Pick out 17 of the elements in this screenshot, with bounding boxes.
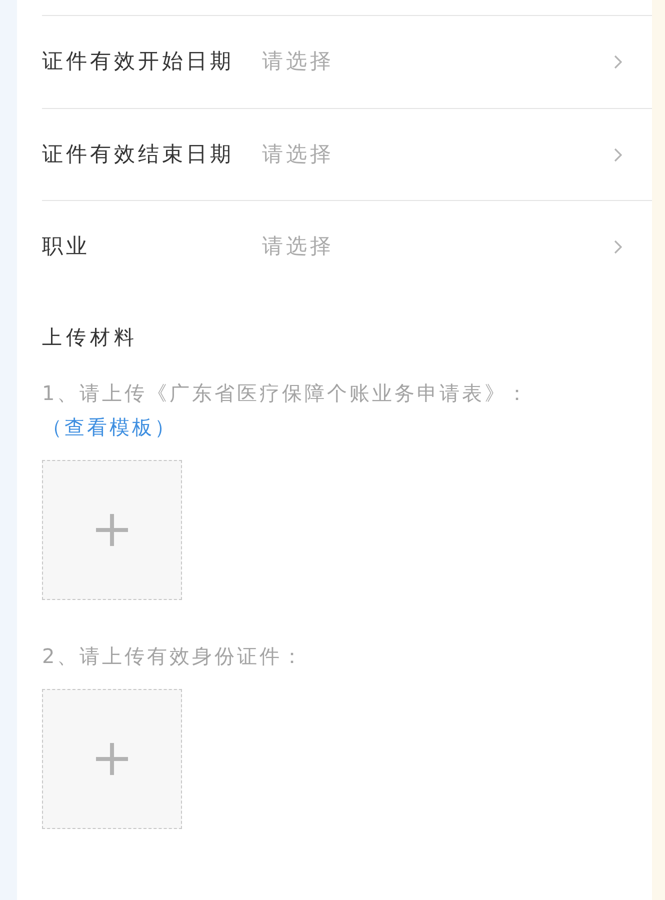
chevron-right-icon <box>614 55 622 69</box>
field-label: 证件有效结束日期 <box>42 140 235 168</box>
upload-instruction: 2、请上传有效身份证件： <box>42 643 306 670</box>
section-title: 上传材料 <box>42 324 139 351</box>
picker-field[interactable]: 请选择 <box>262 230 382 262</box>
upload-box[interactable] <box>42 460 182 600</box>
plus-icon <box>96 514 128 546</box>
chevron-right-icon <box>614 148 622 162</box>
picker-field[interactable]: 请选择 <box>262 46 382 78</box>
field-label: 证件有效开始日期 <box>42 48 235 76</box>
view-template-link[interactable]: （查看模板） <box>42 410 177 444</box>
plus-icon <box>96 743 128 775</box>
chevron-right-icon <box>614 240 622 254</box>
picker-field[interactable]: 请选择 <box>262 138 382 170</box>
field-label: 职业 <box>42 232 91 260</box>
upload-instruction: 1、请上传《广东省医疗保障个账业务申请表》： <box>42 380 531 407</box>
upload-box[interactable] <box>42 689 182 829</box>
